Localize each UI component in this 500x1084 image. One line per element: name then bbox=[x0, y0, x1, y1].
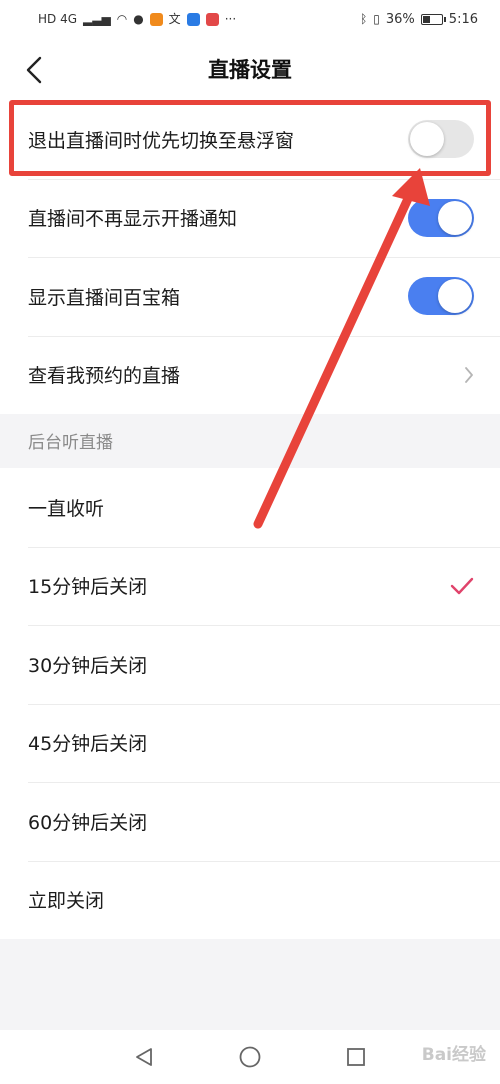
floating-window-toggle[interactable] bbox=[408, 120, 474, 159]
listen-option[interactable]: 15分钟后关闭 bbox=[0, 546, 500, 626]
text-app-icon: 文 bbox=[168, 12, 181, 26]
battery-icon bbox=[420, 13, 446, 25]
setting-label: 直播间不再显示开播通知 bbox=[28, 208, 238, 231]
app-bar: 直播设置 bbox=[0, 38, 500, 100]
treasure-box-toggle[interactable] bbox=[408, 277, 474, 316]
chevron-right-icon bbox=[465, 366, 473, 383]
no-notifications-toggle[interactable] bbox=[408, 198, 474, 237]
app-notification-icon bbox=[186, 12, 200, 26]
watermark: Bai经验 bbox=[421, 1045, 486, 1065]
option-label: 60分钟后关闭 bbox=[28, 811, 148, 834]
checkmark-icon bbox=[450, 577, 474, 594]
setting-row-reservations[interactable]: 查看我预约的直播 bbox=[0, 335, 500, 415]
listen-option[interactable]: 60分钟后关闭 bbox=[0, 782, 500, 861]
battery-fill bbox=[422, 15, 430, 23]
listen-option[interactable]: 45分钟后关闭 bbox=[0, 703, 500, 783]
status-bar-right: ᛒ ▯ 36% 5:16 bbox=[360, 12, 478, 27]
setting-label: 显示直播间百宝箱 bbox=[28, 286, 181, 309]
app-notification-icon bbox=[149, 12, 163, 26]
nav-home-button[interactable] bbox=[237, 1044, 263, 1070]
setting-row-no-notifications: 直播间不再显示开播通知 bbox=[0, 178, 500, 258]
back-triangle-icon bbox=[136, 1048, 152, 1066]
setting-label: 退出直播间时优先切换至悬浮窗 bbox=[28, 129, 295, 152]
listen-option[interactable]: 立即关闭 bbox=[0, 860, 500, 940]
option-label: 30分钟后关闭 bbox=[28, 654, 148, 677]
settings-section: 退出直播间时优先切换至悬浮窗 直播间不再显示开播通知 显示直播间百宝箱 查看我预… bbox=[0, 100, 500, 414]
app-notification-icon bbox=[205, 12, 219, 26]
nav-back-button[interactable] bbox=[131, 1044, 157, 1070]
toggle-knob bbox=[438, 279, 472, 314]
section-header-background-listening: 后台听直播 bbox=[28, 432, 113, 453]
status-bar-left: HD 4G ▂▃▅ ◠ ● 文 ··· bbox=[38, 12, 237, 26]
listen-option[interactable]: 30分钟后关闭 bbox=[0, 625, 500, 704]
back-button[interactable] bbox=[14, 50, 54, 90]
option-label: 立即关闭 bbox=[28, 890, 105, 913]
battery-percent: 36% bbox=[385, 11, 415, 27]
listen-option[interactable]: 一直收听 bbox=[0, 468, 500, 547]
more-icon: ··· bbox=[224, 12, 237, 26]
option-label: 15分钟后关闭 bbox=[28, 576, 148, 599]
recents-square-icon bbox=[347, 1048, 365, 1066]
option-label: 45分钟后关闭 bbox=[28, 733, 148, 756]
chevron-left-icon bbox=[26, 56, 42, 84]
home-circle-icon bbox=[239, 1046, 261, 1068]
clock: 5:16 bbox=[448, 11, 478, 27]
page-title: 直播设置 bbox=[208, 58, 292, 82]
vibrate-icon: ▯ bbox=[373, 12, 380, 26]
toggle-knob bbox=[438, 200, 472, 235]
nav-recents-button[interactable] bbox=[343, 1044, 369, 1070]
bluetooth-icon: ᛒ bbox=[360, 12, 368, 26]
setting-row-treasure-box: 显示直播间百宝箱 bbox=[0, 257, 500, 336]
option-label: 一直收听 bbox=[28, 497, 105, 520]
chat-icon: ● bbox=[133, 12, 144, 26]
setting-label: 查看我预约的直播 bbox=[28, 365, 181, 388]
network-label: HD 4G bbox=[38, 12, 78, 26]
status-bar: HD 4G ▂▃▅ ◠ ● 文 ··· ᛒ ▯ 36% 5:16 bbox=[0, 0, 500, 38]
background-listening-section: 一直收听 15分钟后关闭 30分钟后关闭 45分钟后关闭 60分钟后关闭 立即关… bbox=[0, 468, 500, 939]
signal-icon: ▂▃▅ bbox=[83, 12, 111, 26]
toggle-knob bbox=[410, 122, 444, 157]
setting-row-floating-window: 退出直播间时优先切换至悬浮窗 bbox=[0, 100, 500, 179]
wifi-icon: ◠ bbox=[116, 12, 128, 26]
